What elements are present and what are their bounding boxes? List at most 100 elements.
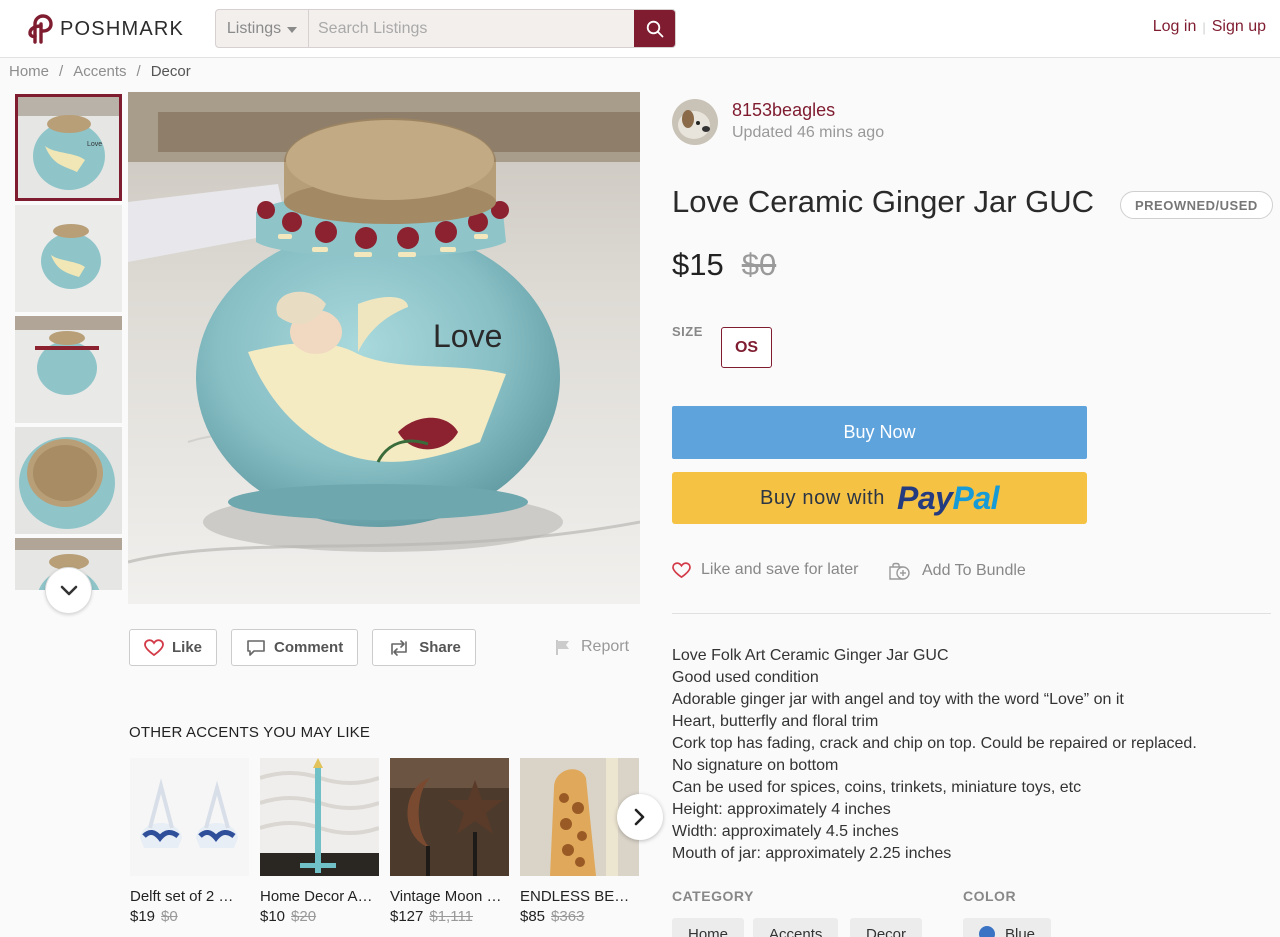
listing-title: Love Ceramic Ginger Jar GUC [672, 184, 1095, 219]
breadcrumb: Home / Accents / Decor [9, 63, 191, 80]
heart-icon [672, 561, 691, 578]
share-icon [391, 639, 407, 656]
similar-listing-card[interactable]: ENDLESS BEA… $85 $363 [520, 758, 639, 925]
svg-text:Love: Love [87, 141, 102, 148]
similar-listing-card[interactable]: Home Decor A… $10 $20 [260, 758, 379, 925]
breadcrumb-decor[interactable]: Decor [151, 63, 191, 80]
like-save-label: Like and save for later [701, 561, 859, 578]
description-line: Cork top has fading, crack and chip on t… [672, 735, 1197, 752]
thumbnail-image: Love [15, 94, 122, 201]
current-price: $15 [672, 247, 724, 282]
thumbnail-image [15, 205, 122, 312]
chevron-right-icon [634, 808, 645, 826]
similar-listing-name: Vintage Moon … [390, 888, 502, 905]
bundle-add-icon [889, 562, 910, 580]
listing-description: Love Folk Art Ceramic Ginger Jar GUC Goo… [672, 645, 1272, 865]
description-line: Height: approximately 4 inches [672, 801, 891, 818]
similar-listing-original-price: $363 [551, 908, 585, 925]
main-product-image[interactable]: Love [128, 92, 640, 604]
brand-name: POSHMARK [60, 17, 185, 40]
poshmark-logo[interactable]: POSHMARK [26, 14, 184, 44]
carousel-next-button[interactable] [617, 794, 663, 840]
divider [672, 613, 1271, 614]
listing-actions: Like Comment Share [129, 629, 476, 666]
jar-love-text: Love [433, 318, 502, 354]
similar-listing-name: Home Decor A… [260, 888, 373, 905]
report-button[interactable]: Report [554, 638, 629, 656]
ginger-jar-photo: Love [128, 92, 640, 604]
search-category-dropdown[interactable]: Listings [216, 10, 309, 47]
buy-now-button[interactable]: Buy Now [672, 406, 1087, 459]
size-option-os[interactable]: OS [721, 327, 772, 368]
other-accents-title: OTHER ACCENTS YOU MAY LIKE [129, 724, 371, 741]
similar-listing-price: $85 [520, 908, 546, 925]
signup-link[interactable]: Sign up [1212, 18, 1266, 36]
listing-price: $15 $0 [672, 247, 776, 283]
seller-avatar[interactable] [672, 99, 718, 145]
add-to-bundle-label: Add To Bundle [922, 562, 1026, 579]
flag-icon [556, 640, 569, 655]
auth-divider: | [1202, 19, 1206, 35]
like-save-button[interactable]: Like and save for later [672, 561, 858, 579]
description-line: No signature on bottom [672, 757, 839, 774]
similar-listing-price: $10 [260, 908, 286, 925]
comment-button[interactable]: Comment [231, 629, 359, 666]
similar-listing-card[interactable]: Delft set of 2 … $19 $0 [130, 758, 249, 925]
description-line: Width: approximately 4.5 inches [672, 823, 899, 840]
chevron-down-icon [60, 585, 77, 595]
category-tag-home[interactable]: Home [672, 918, 745, 937]
other-accents-carousel: Delft set of 2 … $19 $0 Home Decor A… $10… [130, 758, 640, 937]
thumbnail-1[interactable]: Love [15, 94, 122, 201]
search-category-label: Listings [226, 19, 282, 37]
similar-listing-name: ENDLESS BEA… [520, 888, 636, 905]
color-tag-label: Blue [1005, 925, 1036, 937]
description-line: Love Folk Art Ceramic Ginger Jar GUC [672, 647, 949, 664]
like-button[interactable]: Like [129, 629, 218, 666]
search-button[interactable] [634, 10, 675, 47]
similar-listing-card[interactable]: Vintage Moon … $127 $1,111 [390, 758, 509, 925]
breadcrumb-separator: / [59, 63, 64, 80]
category-label: CATEGORY [672, 888, 754, 904]
listing-updated-time: Updated 46 mins ago [732, 124, 885, 141]
login-link[interactable]: Log in [1153, 18, 1197, 36]
like-label: Like [172, 639, 203, 656]
similar-listing-price: $19 [130, 908, 156, 925]
caret-down-icon [287, 26, 298, 33]
thumbnail-4[interactable] [15, 427, 122, 534]
similar-listing-original-price: $20 [291, 908, 317, 925]
breadcrumb-home[interactable]: Home [9, 63, 49, 80]
search-input[interactable] [309, 10, 634, 47]
category-tag-decor[interactable]: Decor [850, 918, 923, 937]
search-bar: Listings [215, 9, 676, 48]
breadcrumb-accents[interactable]: Accents [73, 63, 126, 80]
report-label: Report [581, 638, 630, 655]
breadcrumb-separator: / [136, 63, 141, 80]
similar-listing-price: $127 [390, 908, 424, 925]
paypal-logo: PayPal [897, 480, 999, 517]
similar-listing-image [260, 758, 379, 876]
similar-listing-image [130, 758, 249, 876]
comment-icon [247, 639, 265, 656]
paypal-logo-pal: Pal [952, 479, 999, 516]
paypal-button-label: Buy now with [759, 486, 886, 509]
similar-listing-original-price: $1,111 [429, 908, 474, 925]
thumbnail-3[interactable] [15, 316, 122, 423]
paypal-buy-button[interactable]: Buy now with PayPal [672, 472, 1087, 524]
condition-badge: PREOWNED/USED [1120, 191, 1273, 219]
thumbnail-2[interactable] [15, 205, 122, 312]
description-line: Good used condition [672, 669, 819, 686]
description-line: Mouth of jar: approximately 2.25 inches [672, 845, 952, 862]
color-tag-blue[interactable]: Blue [963, 918, 1052, 937]
similar-listing-original-price: $0 [161, 908, 178, 925]
color-swatch [979, 926, 995, 937]
description-line: Adorable ginger jar with angel and toy w… [672, 691, 1124, 708]
search-icon [646, 20, 663, 37]
add-to-bundle-button[interactable]: Add To Bundle [888, 561, 1026, 581]
share-button[interactable]: Share [372, 629, 476, 666]
category-tag-accents[interactable]: Accents [753, 918, 839, 937]
auth-links: Log in | Sign up [1153, 18, 1266, 36]
thumbnails-scroll-down-button[interactable] [45, 567, 92, 614]
seller-username[interactable]: 8153beagles [732, 100, 884, 121]
site-header: POSHMARK Listings Log in | Sign up [0, 0, 1280, 58]
thumbnail-image [15, 316, 122, 423]
